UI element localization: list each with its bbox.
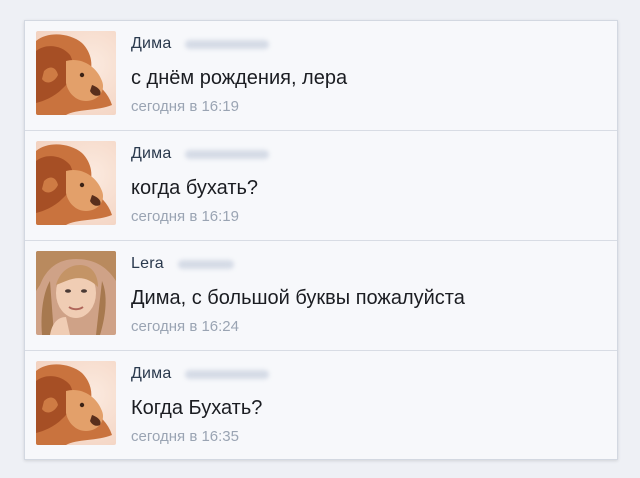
lion-avatar-icon[interactable] [36,31,116,115]
message-text: Дима, с большой буквы пожалуйста [131,287,465,309]
sender-name[interactable]: Lera [131,255,164,273]
message-text: Когда Бухать? [131,397,263,419]
message-timestamp[interactable]: сегодня в 16:19 [131,208,239,225]
surname-blurred [185,39,270,49]
sender-name[interactable]: Дима [131,365,171,383]
sender-name[interactable]: Дима [131,145,171,163]
message-timestamp[interactable]: сегодня в 16:19 [131,98,239,115]
message-text: с днём рождения, лера [131,67,348,89]
message-item: Дима с днём рождения, лера сегодня в 16:… [25,21,617,131]
message-item: Дима Когда Бухать? сегодня в 16:35 [25,351,617,461]
message-text: когда бухать? [131,177,259,199]
message-item: Дима когда бухать? сегодня в 16:19 [25,131,617,241]
surname-blurred [177,259,234,269]
message-item: Lera Дима, с большой буквы пожалуйста се… [25,241,617,351]
lion-avatar-icon[interactable] [36,141,116,225]
sender-name[interactable]: Дима [131,35,171,53]
lion-avatar-icon[interactable] [36,361,116,445]
message-timestamp[interactable]: сегодня в 16:24 [131,318,239,335]
surname-blurred [185,369,270,379]
surname-blurred [185,149,270,159]
message-timestamp[interactable]: сегодня в 16:35 [131,428,239,445]
message-list: Дима с днём рождения, лера сегодня в 16:… [24,20,618,460]
girl-avatar-icon[interactable] [36,251,116,335]
